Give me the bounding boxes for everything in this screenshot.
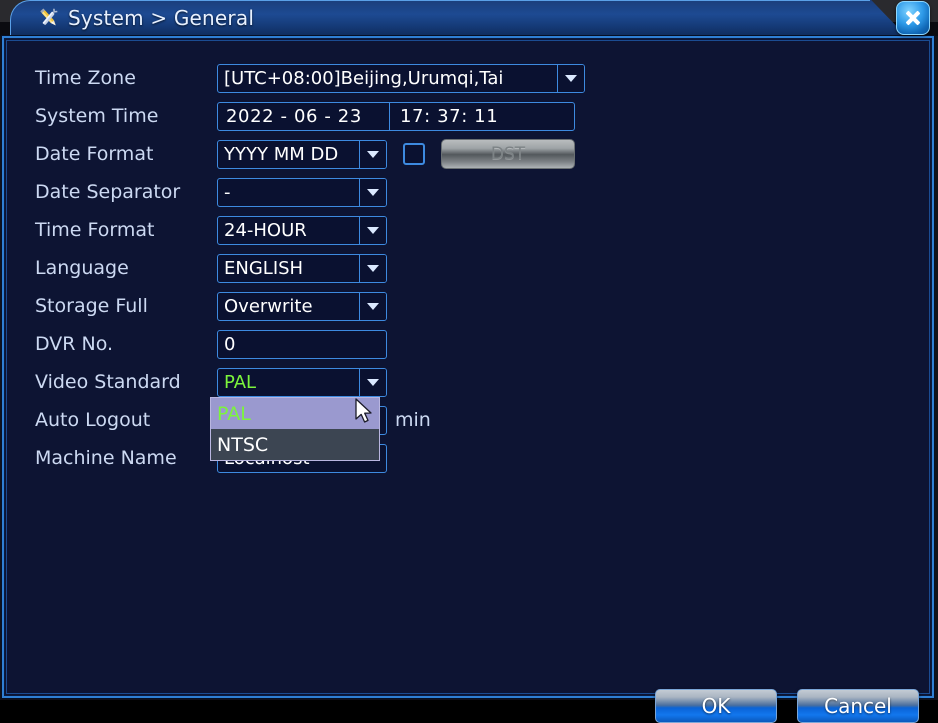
row-system-time: System Time 2022 - 06 - 23 17: 37: 11 <box>35 101 575 131</box>
dvr-no-label: DVR No. <box>35 333 114 355</box>
window-title: System > General <box>68 6 255 30</box>
row-storage-full: Storage Full Overwrite <box>35 291 387 321</box>
dst-button: DST <box>441 139 575 169</box>
auto-logout-unit: min <box>395 409 431 431</box>
chevron-down-icon[interactable] <box>359 178 386 206</box>
storage-full-select[interactable]: Overwrite <box>217 291 387 321</box>
system-date-input[interactable]: 2022 - 06 - 23 <box>218 102 390 130</box>
close-icon[interactable] <box>896 1 930 35</box>
time-zone-select[interactable]: [UTC+08:00]Beijing,Urumqi,Tai <box>217 63 585 93</box>
video-standard-dropdown-list[interactable]: PAL NTSC <box>210 397 380 461</box>
language-value: ENGLISH <box>224 257 304 279</box>
row-time-zone: Time Zone [UTC+08:00]Beijing,Urumqi,Tai <box>35 63 585 93</box>
chevron-down-icon[interactable] <box>557 64 584 92</box>
language-select[interactable]: ENGLISH <box>217 253 387 283</box>
machine-name-label: Machine Name <box>35 447 177 469</box>
time-zone-value: [UTC+08:00]Beijing,Urumqi,Tai <box>224 67 504 89</box>
dvr-no-value: 0 <box>224 333 236 355</box>
dst-checkbox[interactable] <box>403 143 425 165</box>
row-date-separator: Date Separator - <box>35 177 387 207</box>
row-date-format: Date Format YYYY MM DD DST <box>35 139 575 169</box>
dialog-panel-inner: Time Zone [UTC+08:00]Beijing,Urumqi,Tai … <box>6 40 930 723</box>
dropdown-option-pal[interactable]: PAL <box>211 398 379 429</box>
row-dvr-no: DVR No. 0 <box>35 329 387 359</box>
date-format-label: Date Format <box>35 143 154 165</box>
ok-button-label: OK <box>701 694 731 718</box>
date-separator-label: Date Separator <box>35 181 181 203</box>
chevron-down-icon[interactable] <box>359 140 386 168</box>
row-time-format: Time Format 24-HOUR <box>35 215 387 245</box>
date-format-value: YYYY MM DD <box>224 143 339 165</box>
chevron-down-icon[interactable] <box>359 292 386 320</box>
dst-button-label: DST <box>490 144 526 164</box>
cancel-button[interactable]: Cancel <box>797 689 919 723</box>
system-clock-input[interactable]: 17: 37: 11 <box>390 103 498 130</box>
date-separator-select[interactable]: - <box>217 177 387 207</box>
dialog-panel: Time Zone [UTC+08:00]Beijing,Urumqi,Tai … <box>2 36 934 723</box>
time-zone-label: Time Zone <box>35 67 136 89</box>
chevron-down-icon[interactable] <box>359 368 386 396</box>
language-label: Language <box>35 257 129 279</box>
date-separator-value: - <box>224 181 231 203</box>
chevron-down-icon[interactable] <box>359 254 386 282</box>
system-time-label: System Time <box>35 105 159 127</box>
system-general-window: System > General Time Zone [UTC+08:00]Be… <box>0 0 938 723</box>
cancel-button-label: Cancel <box>824 694 892 718</box>
ok-button[interactable]: OK <box>655 689 777 723</box>
titlebar-content: System > General <box>10 0 910 36</box>
dropdown-option-ntsc[interactable]: NTSC <box>211 429 379 460</box>
video-standard-label: Video Standard <box>35 371 181 393</box>
auto-logout-label: Auto Logout <box>35 409 151 431</box>
system-time-field[interactable]: 2022 - 06 - 23 17: 37: 11 <box>217 101 575 131</box>
time-format-label: Time Format <box>35 219 155 241</box>
tools-icon <box>36 5 62 31</box>
dvr-no-input[interactable]: 0 <box>217 329 387 359</box>
video-standard-select[interactable]: PAL <box>217 367 387 397</box>
row-video-standard: Video Standard PAL <box>35 367 387 397</box>
chevron-down-icon[interactable] <box>359 216 386 244</box>
time-format-value: 24-HOUR <box>224 219 307 241</box>
time-format-select[interactable]: 24-HOUR <box>217 215 387 245</box>
video-standard-value: PAL <box>224 371 257 393</box>
row-language: Language ENGLISH <box>35 253 387 283</box>
storage-full-value: Overwrite <box>224 295 313 317</box>
date-format-select[interactable]: YYYY MM DD <box>217 139 387 169</box>
storage-full-label: Storage Full <box>35 295 148 317</box>
